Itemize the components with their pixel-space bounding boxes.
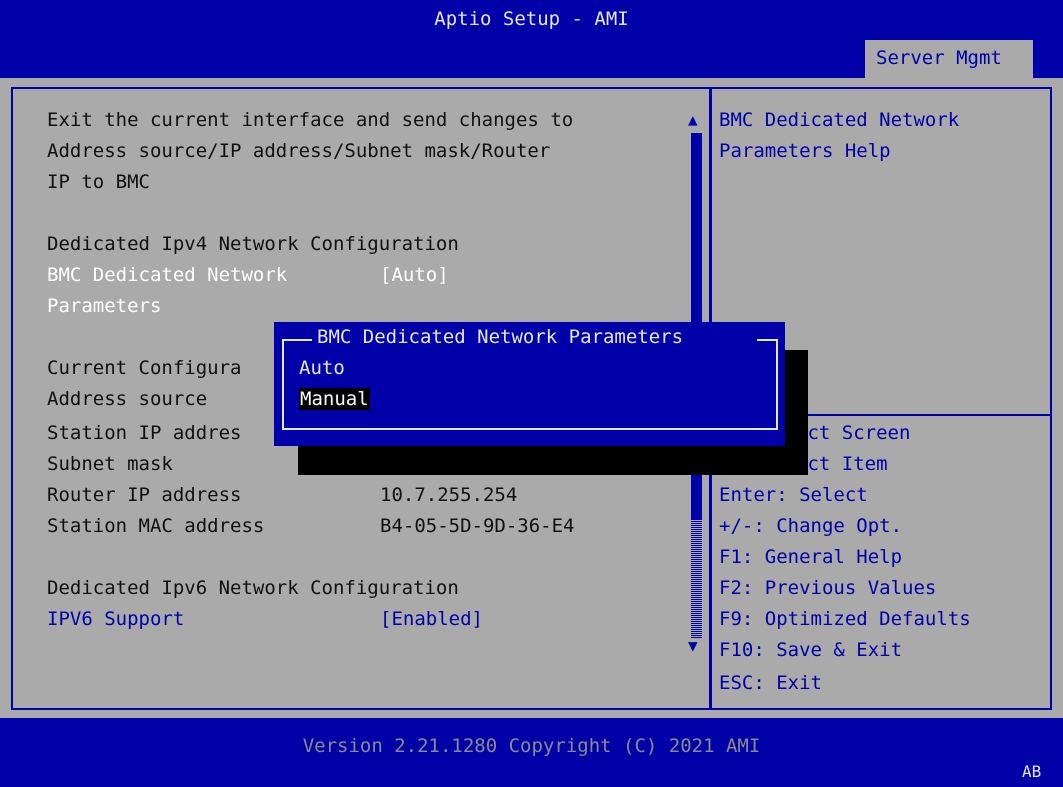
description-line: Address source/IP address/Subnet mask/Ro… [47,140,551,162]
key-hint-select-item: ect Item [796,453,888,475]
key-hint-esc: ESC: Exit [719,672,822,694]
popup-title: BMC Dedicated Network Parameters [317,326,684,348]
router-ip-label: Router IP address [47,484,242,506]
description-line: IP to BMC [47,171,150,193]
key-hint-f10: F10: Save & Exit [719,639,903,661]
scrollbar-track[interactable] [691,520,702,638]
key-hint-f2: F2: Previous Values [719,577,937,599]
key-hint-change-opt: +/-: Change Opt. [719,515,903,537]
mac-address-label: Station MAC address [47,515,265,537]
subnet-mask-label: Subnet mask [47,453,173,475]
bmc-network-param-label-cont[interactable]: Parameters [47,295,161,317]
ipv6-support-label[interactable]: IPV6 Support [47,608,184,630]
station-ip-label: Station IP addres [47,422,242,444]
popup-border-top [282,339,312,341]
key-hint-select-screen: ect Screen [796,422,911,444]
scroll-up-arrow-icon[interactable]: ▲ [688,110,698,129]
ipv4-section-heading: Dedicated Ipv4 Network Configuration [47,233,459,255]
description-line: Exit the current interface and send chan… [47,109,574,131]
ipv6-section-heading: Dedicated Ipv6 Network Configuration [47,577,459,599]
key-hint-f1: F1: General Help [719,546,903,568]
bmc-network-param-label[interactable]: BMC Dedicated Network [47,264,287,286]
router-ip-value: 10.7.255.254 [380,484,518,506]
current-config-label: Current Configura [47,357,242,379]
key-hint-enter: Enter: Select [719,484,868,506]
version-text: Version 2.21.1280 Copyright (C) 2021 AMI [302,735,761,757]
app-title: Aptio Setup - AMI [434,8,629,30]
corner-code: AB [1022,762,1042,781]
tab-server-mgmt[interactable]: Server Mgmt [865,40,1033,78]
bmc-network-param-value[interactable]: [Auto] [380,264,449,286]
ipv6-support-value[interactable]: [Enabled] [380,608,483,630]
key-hint-f9: F9: Optimized Defaults [719,608,971,630]
popup-border [282,339,778,430]
mac-address-value: B4-05-5D-9D-36-E4 [380,515,575,537]
help-text-line: BMC Dedicated Network [719,109,960,131]
help-text-line: Parameters Help [719,140,891,162]
scroll-down-arrow-icon[interactable]: ▼ [688,636,698,655]
popup-option-auto[interactable]: Auto [299,357,345,379]
address-source-label: Address source [47,388,208,410]
popup-option-manual[interactable]: Manual [299,388,370,410]
popup-border-top [757,339,778,341]
